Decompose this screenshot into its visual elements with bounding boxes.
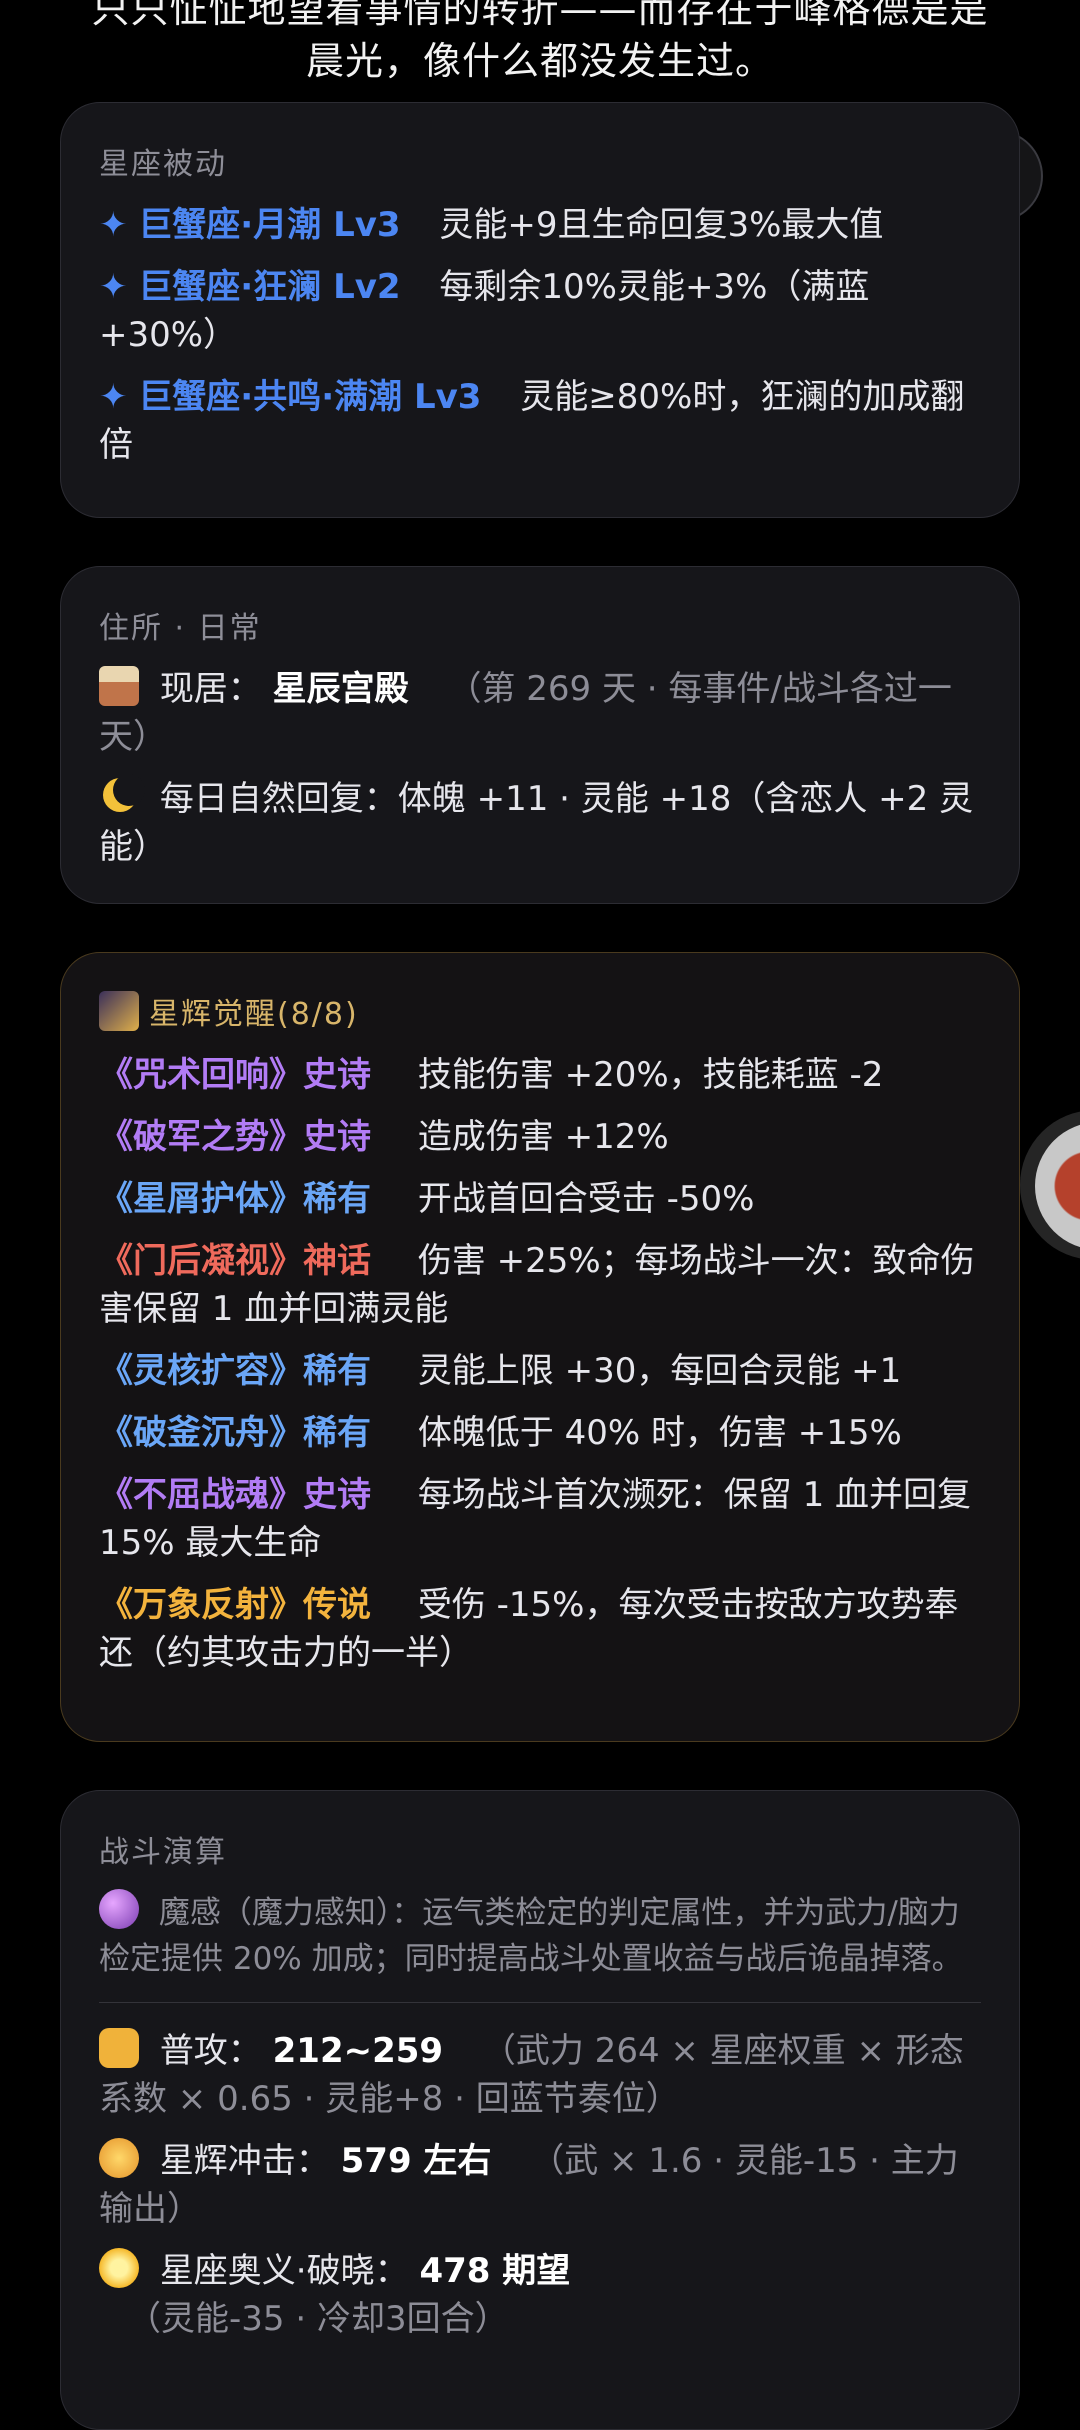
attack-value: 212~259 bbox=[272, 2031, 444, 2071]
awakening-desc: 造成伤害 +12% bbox=[417, 1117, 669, 1157]
passive-name: 巨蟹座·月潮 Lv3 bbox=[138, 205, 401, 245]
passive-row: ✦ 巨蟹座·共鸣·满潮 Lv3 灵能≥80%时，狂澜的加成翻倍 bbox=[99, 373, 981, 469]
attack-note: （灵能-35 · 冷却3回合） bbox=[127, 2299, 509, 2339]
perception-row: 魔感（魔力感知）：运气类检定的判定属性，并为武力/脑力检定提供 20% 加成；同… bbox=[99, 1889, 981, 1982]
passive-row: ✦ 巨蟹座·狂澜 Lv2 每剩余10%灵能+3%（满蓝+30%） bbox=[99, 263, 981, 359]
awakening-name: 《破釜沉舟》稀有 bbox=[99, 1413, 371, 1453]
card-title: 住所 · 日常 bbox=[99, 611, 262, 646]
moon-icon bbox=[99, 774, 145, 816]
story-text-cut: 只只怔怔地望着事情的转折——而存在于峰格德是是 bbox=[91, 0, 989, 31]
daily-recovery: 每日自然回复：体魄 +11 · 灵能 +18（含恋人 +2 灵能） bbox=[99, 779, 974, 867]
residence-row: 现居： 星辰宫殿 （第 269 天 · 每事件/战斗各过一天） bbox=[99, 665, 981, 761]
card-title: 星辉觉醒(8/8) bbox=[99, 989, 981, 1033]
attack-value: 579 左右 bbox=[340, 2141, 492, 2181]
awakening-desc: 体魄低于 40% 时，伤害 +15% bbox=[417, 1413, 902, 1453]
attack-row: 星座奥义·破晓： 478 期望 （灵能-35 · 冷却3回合） bbox=[99, 2247, 981, 2343]
passive-name: 巨蟹座·共鸣·满潮 Lv3 bbox=[138, 377, 482, 417]
awakening-row: 《破釜沉舟》稀有 体魄低于 40% 时，伤害 +15% bbox=[99, 1409, 981, 1457]
awakening-desc: 技能伤害 +20%，技能耗蓝 -2 bbox=[417, 1055, 884, 1095]
passive-desc: 灵能+9且生命回复3%最大值 bbox=[439, 205, 884, 245]
attack-value: 478 期望 bbox=[419, 2251, 571, 2291]
crystal-ball-icon bbox=[99, 1889, 139, 1929]
awakening-card: 星辉觉醒(8/8) 《咒术回响》史诗 技能伤害 +20%，技能耗蓝 -2 《破军… bbox=[60, 952, 1020, 1742]
swirl-icon bbox=[99, 2138, 139, 2178]
residence-value: 星辰宫殿 bbox=[272, 669, 409, 709]
star-icon: ✦ bbox=[99, 377, 128, 417]
daily-row: 每日自然回复：体魄 +11 · 灵能 +18（含恋人 +2 灵能） bbox=[99, 774, 981, 871]
perception-text: 魔感（魔力感知）：运气类检定的判定属性，并为武力/脑力检定提供 20% 加成；同… bbox=[99, 1895, 963, 1977]
awakening-name: 《星屑护体》稀有 bbox=[99, 1179, 371, 1219]
awakening-desc: 灵能上限 +30，每回合灵能 +1 bbox=[417, 1351, 902, 1391]
passive-name: 巨蟹座·狂澜 Lv2 bbox=[138, 267, 401, 307]
awakening-name: 《咒术回响》史诗 bbox=[99, 1055, 371, 1095]
awakening-name: 《门后凝视》神话 bbox=[99, 1241, 371, 1281]
attack-label: 星辉冲击： bbox=[159, 2141, 330, 2181]
star-icon: ✦ bbox=[99, 267, 128, 307]
meteor-icon bbox=[99, 991, 139, 1031]
divider bbox=[99, 2002, 981, 2003]
attack-label: 普攻： bbox=[159, 2031, 262, 2071]
residence-label: 现居： bbox=[159, 669, 262, 709]
sun-icon bbox=[99, 2248, 139, 2288]
awakening-title: 星辉觉醒(8/8) bbox=[149, 997, 359, 1032]
awakening-row: 《咒术回响》史诗 技能伤害 +20%，技能耗蓝 -2 bbox=[99, 1051, 981, 1099]
awakening-row: 《星屑护体》稀有 开战首回合受击 -50% bbox=[99, 1175, 981, 1223]
awakening-name: 《灵核扩容》稀有 bbox=[99, 1351, 371, 1391]
house-icon bbox=[99, 666, 139, 706]
story-text: 晨光，像什么都没发生过。 bbox=[305, 39, 774, 83]
residence-card: 住所 · 日常 现居： 星辰宫殿 （第 269 天 · 每事件/战斗各过一天） … bbox=[60, 566, 1020, 904]
awakening-row: 《灵核扩容》稀有 灵能上限 +30，每回合灵能 +1 bbox=[99, 1347, 981, 1395]
awakening-name: 《不屈战魂》史诗 bbox=[99, 1475, 371, 1515]
attack-label: 星座奥义·破晓： bbox=[159, 2251, 409, 2291]
star-icon: ✦ bbox=[99, 205, 128, 245]
awakening-name: 《万象反射》传说 bbox=[99, 1585, 371, 1625]
constellation-passive-card: 星座被动 ✦ 巨蟹座·月潮 Lv3 灵能+9且生命回复3%最大值 ✦ 巨蟹座·狂… bbox=[60, 102, 1020, 518]
battle-calc-card: 战斗演算 魔感（魔力感知）：运气类检定的判定属性，并为武力/脑力检定提供 20%… bbox=[60, 1790, 1020, 2430]
passive-row: ✦ 巨蟹座·月潮 Lv3 灵能+9且生命回复3%最大值 bbox=[99, 201, 981, 249]
awakening-name: 《破军之势》史诗 bbox=[99, 1117, 371, 1157]
awakening-desc: 开战首回合受击 -50% bbox=[417, 1179, 755, 1219]
card-title: 星座被动 bbox=[99, 147, 227, 182]
attack-row: 普攻： 212~259 （武力 264 × 星座权重 × 形态系数 × 0.65… bbox=[99, 2027, 981, 2123]
awakening-row: 《不屈战魂》史诗 每场战斗首次濒死：保留 1 血并回复 15% 最大生命 bbox=[99, 1471, 981, 1567]
attack-row: 星辉冲击： 579 左右 （武 × 1.6 · 灵能-15 · 主力输出） bbox=[99, 2137, 981, 2233]
awakening-row: 《破军之势》史诗 造成伤害 +12% bbox=[99, 1113, 981, 1161]
fist-icon bbox=[99, 2028, 139, 2068]
awakening-row: 《万象反射》传说 受伤 -15%，每次受击按敌方攻势奉还（约其攻击力的一半） bbox=[99, 1581, 981, 1677]
card-title: 战斗演算 bbox=[99, 1835, 227, 1870]
awakening-row: 《门后凝视》神话 伤害 +25%；每场战斗一次：致命伤害保留 1 血并回满灵能 bbox=[99, 1237, 981, 1333]
